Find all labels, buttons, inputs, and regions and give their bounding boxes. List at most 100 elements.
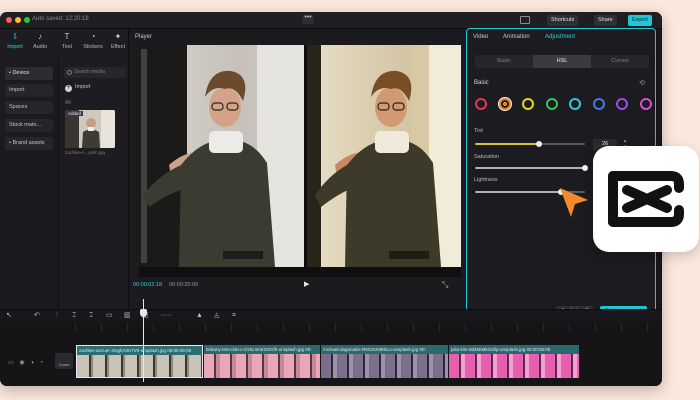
reset-icon[interactable]: ⟲ [639, 79, 645, 87]
minimize-window-button[interactable] [15, 17, 21, 23]
clip-label: brittany-tem-dob-v-Oz5c4mKSOGlh-unsplash… [204, 345, 320, 354]
audio-icon: ♪ [38, 32, 42, 41]
window-menu-button[interactable]: ••• [302, 14, 314, 24]
clip-label: zachlen-anzuer-4mghA0H7V0-unsplash.jpg 0… [77, 346, 202, 355]
adjustment-mode-switch: Basic HSL Curves [475, 55, 649, 68]
crop-ratio-icon[interactable]: ⌗ [232, 311, 236, 321]
tint-label: Tint [474, 128, 483, 134]
segment-hsl[interactable]: HSL [533, 55, 591, 68]
crop-icon[interactable]: ▭ [106, 311, 113, 321]
tab-animation[interactable]: Animation [503, 34, 530, 40]
timeline-clip[interactable]: brittany-tem-dob-v-Oz5c4mKSOGlh-unsplash… [204, 345, 320, 378]
search-input[interactable]: Search media [64, 67, 126, 78]
video-preview[interactable] [139, 45, 461, 277]
source-import[interactable]: Import [5, 84, 53, 97]
clip-label: michael-dagonakis-R8GSVM9SLo-unsplash.jp… [321, 345, 448, 354]
tab-label: Import [7, 44, 23, 50]
tab-text[interactable]: T Text [55, 32, 79, 50]
tab-label: Audio [32, 44, 48, 50]
hsl-color-swatch[interactable] [616, 98, 628, 110]
all-filter-label[interactable]: All [65, 100, 71, 106]
added-badge: Added [66, 111, 84, 116]
shortcuts-button[interactable]: Shortcuts [547, 15, 579, 26]
hsl-color-swatch[interactable] [592, 98, 605, 110]
total-time: 00:00:20:00 [169, 282, 199, 288]
share-button[interactable]: Share [594, 15, 617, 26]
timeline-clip[interactable]: michael-dagonakis-R8GSVM9SLo-unsplash.jp… [321, 345, 448, 378]
import-button[interactable]: + Import [65, 84, 91, 92]
source-menu: • Device Import Spaces Stock mate... • B… [0, 59, 58, 309]
saturation-slider[interactable] [475, 165, 588, 171]
lightness-label: Lightness [474, 177, 498, 183]
close-window-button[interactable] [6, 17, 12, 23]
timeline-clip[interactable]: julia-kim-9d4MIMkGSilp-unsplash.jpg 00:0… [449, 345, 579, 378]
tab-effect[interactable]: ✦ Effect [106, 32, 130, 50]
hsl-color-swatch[interactable] [639, 98, 652, 110]
import-label: Import [75, 84, 91, 90]
thumbnail-filename: zachlen-n...yash.jpg [65, 150, 106, 155]
tint-slider[interactable] [475, 141, 585, 147]
media-thumbnail[interactable]: Added [65, 110, 115, 148]
fullscreen-icon[interactable]: ⤡ [442, 281, 448, 289]
split-icon[interactable]: ⫶ [56, 311, 58, 321]
source-spaces[interactable]: Spaces [5, 101, 53, 114]
select-icon[interactable]: ↖ [6, 311, 12, 321]
mirror-icon[interactable]: ◬ [214, 311, 219, 321]
hsl-color-swatch[interactable] [498, 98, 511, 110]
hsl-color-swatch[interactable] [475, 98, 487, 110]
hsl-color-swatch[interactable] [545, 98, 558, 110]
preview-image [139, 45, 461, 277]
maximize-window-button[interactable] [24, 17, 30, 23]
tab-label: Effect [111, 44, 125, 50]
export-button[interactable]: Export [628, 15, 652, 26]
undo-icon[interactable]: ↶ [34, 311, 40, 321]
project-name: Auto saved: 12:20:18 [32, 16, 89, 22]
capcut-logo-icon [608, 171, 684, 227]
source-brand-assets[interactable]: • Brand assets [5, 137, 53, 150]
source-device[interactable]: • Device [5, 67, 53, 80]
track-controls[interactable]: ▭ ◉ ◑ ◔ [8, 359, 45, 366]
hsl-color-swatch[interactable] [522, 98, 534, 110]
play-button[interactable]: ▶ [304, 280, 309, 288]
timeline-clip[interactable]: zachlen-anzuer-4mghA0H7V0-unsplash.jpg 0… [76, 345, 203, 378]
search-placeholder: Search media [74, 69, 105, 75]
ruler-icon[interactable]: ····· [160, 311, 172, 321]
tab-stickers[interactable]: ◔ Stickers [81, 32, 105, 50]
monitor-icon[interactable] [520, 16, 530, 24]
section-title: Basic [474, 80, 489, 86]
tab-adjustment[interactable]: Adjustment [545, 34, 575, 40]
slider-handle[interactable] [535, 141, 542, 147]
media-tabs: ⇩ Import ♪ Audio T Text ◔ Stickers ✦ Eff… [0, 29, 128, 59]
clip-thumbnails [449, 354, 579, 378]
capcut-logo [593, 146, 699, 252]
adjust-icon[interactable]: ▲ [196, 311, 203, 321]
playhead-handle[interactable] [140, 309, 147, 317]
player-panel: Player 00:00:02:18 00:00:20:00 ▶ ⤡ [128, 29, 466, 309]
import-icon: ⇩ [11, 32, 19, 41]
slider-handle[interactable] [582, 165, 588, 171]
hsl-color-swatch[interactable] [569, 98, 581, 110]
segment-curves[interactable]: Curves [591, 55, 649, 68]
tab-video[interactable]: Video [473, 34, 488, 40]
saturation-label: Saturation [474, 154, 500, 160]
player-title: Player [135, 34, 153, 40]
tab-label: Stickers [83, 44, 103, 50]
clip-label: julia-kim-9d4MIMkGSilp-unsplash.jpg 00:0… [449, 345, 579, 354]
timeline: ▭ ◉ ◑ ◔ Cover zachlen-anzuer-4mghA0H7V0-… [0, 321, 662, 386]
clip-thumbnails [321, 354, 448, 378]
pointer-cursor-icon [560, 188, 588, 217]
text-icon: T [64, 32, 70, 41]
tab-import[interactable]: ⇩ Import [3, 32, 27, 50]
tab-audio[interactable]: ♪ Audio [28, 32, 52, 50]
split-left-icon[interactable]: ⌶ [72, 311, 76, 321]
clip-thumbnails [204, 354, 320, 378]
time-ruler[interactable] [75, 323, 662, 331]
delete-icon[interactable]: ▥ [124, 311, 131, 321]
split-right-icon[interactable]: ⌶ [89, 311, 93, 321]
cover-button[interactable]: Cover [55, 353, 73, 369]
segment-basic[interactable]: Basic [475, 55, 533, 68]
source-stock-materials[interactable]: Stock mate... [5, 119, 53, 132]
title-bar: Auto saved: 12:20:18 ••• Shortcuts Share… [0, 12, 662, 29]
current-time: 00:00:02:18 [133, 282, 163, 288]
plus-icon: + [65, 85, 72, 92]
